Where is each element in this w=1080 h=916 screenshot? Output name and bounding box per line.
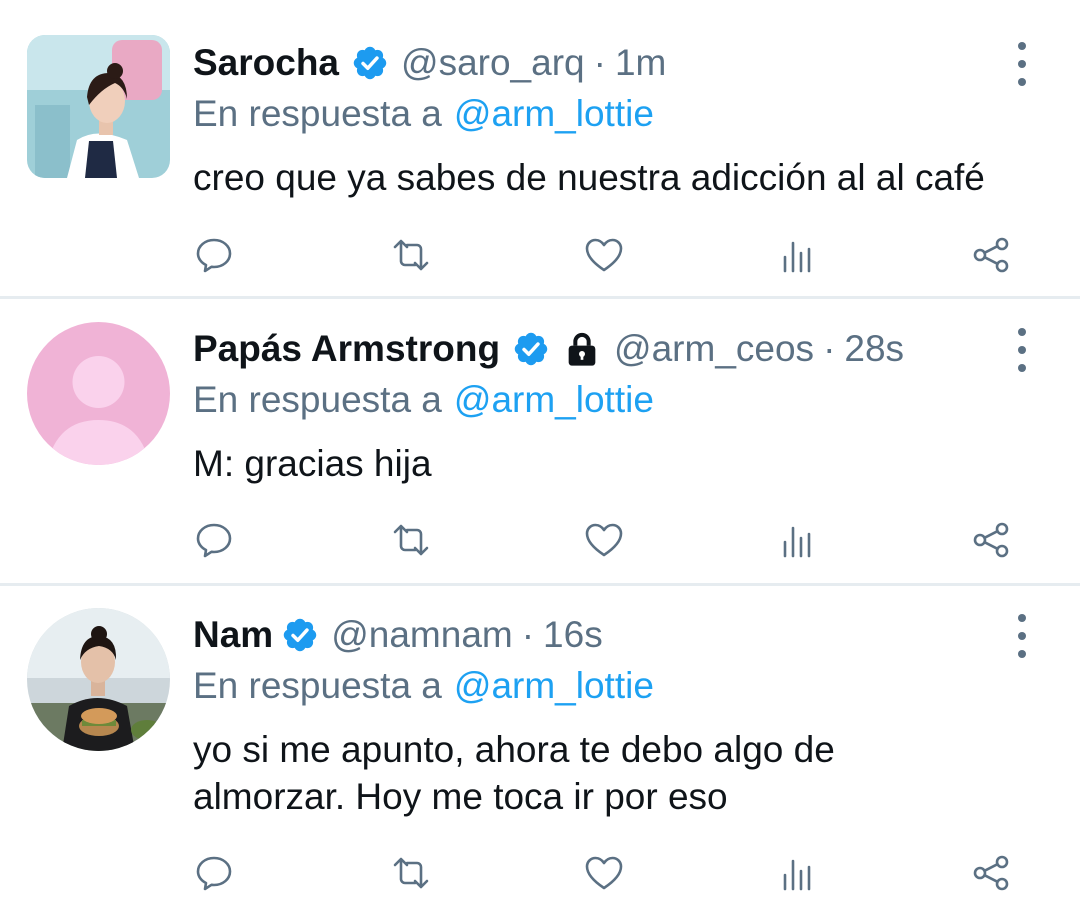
tweet-actions: [0, 515, 1080, 565]
analytics-icon: [783, 526, 811, 558]
retweet-icon: [393, 239, 429, 271]
analytics-button[interactable]: [772, 230, 822, 280]
author-name[interactable]: Nam: [193, 614, 273, 656]
tweet-header: Nam @namnam · 16s: [193, 607, 603, 663]
reply-prefix: En respuesta a: [193, 379, 442, 420]
like-icon: [585, 523, 623, 557]
reply-prefix: En respuesta a: [193, 665, 442, 706]
separator: ·: [521, 614, 535, 655]
author-handle[interactable]: @saro_arq: [401, 42, 585, 84]
timestamp[interactable]: 16s: [543, 614, 603, 656]
more-options-icon[interactable]: [1004, 614, 1040, 658]
avatar[interactable]: [27, 608, 170, 751]
reply-icon: [196, 523, 232, 558]
analytics-icon: [783, 241, 811, 273]
reply-context: En respuesta a @arm_lottie: [193, 375, 654, 425]
lock-icon: [568, 332, 596, 366]
default-avatar[interactable]: [27, 322, 170, 465]
avatar[interactable]: [27, 35, 170, 178]
like-button[interactable]: [579, 848, 629, 898]
share-button[interactable]: [966, 515, 1016, 565]
tweet-item[interactable]: Sarocha @saro_arq · 1m En respuesta a @a…: [0, 0, 1080, 296]
like-icon: [585, 238, 623, 272]
retweet-button[interactable]: [386, 848, 436, 898]
tweet-header: Papás Armstrong @arm_ceos · 28s: [193, 321, 904, 377]
tweet-text: M: gracias hija: [193, 443, 432, 484]
author-name[interactable]: Papás Armstrong: [193, 328, 500, 370]
timestamp[interactable]: 1m: [615, 42, 666, 84]
reply-button[interactable]: [189, 515, 239, 565]
like-button[interactable]: [579, 230, 629, 280]
retweet-button[interactable]: [386, 230, 436, 280]
more-options-icon[interactable]: [1004, 328, 1040, 372]
reply-button[interactable]: [189, 230, 239, 280]
like-button[interactable]: [579, 515, 629, 565]
analytics-button[interactable]: [772, 515, 822, 565]
timestamp[interactable]: 28s: [844, 328, 904, 370]
reply-icon: [196, 856, 232, 891]
tweet-actions: [0, 848, 1080, 898]
share-icon: [973, 522, 1009, 558]
reply-context: En respuesta a @arm_lottie: [193, 89, 654, 139]
analytics-button[interactable]: [772, 848, 822, 898]
author-handle[interactable]: @arm_ceos: [614, 328, 814, 370]
share-icon: [973, 855, 1009, 891]
retweet-icon: [393, 524, 429, 556]
tweet-header: Sarocha @saro_arq · 1m: [193, 35, 666, 91]
retweet-button[interactable]: [386, 515, 436, 565]
verified-badge-icon: [281, 616, 319, 654]
tweet-item[interactable]: Papás Armstrong @arm_ceos · 28s En respu…: [0, 299, 1080, 583]
tweet-text: yo si me apunto, ahora te debo algo de a…: [193, 729, 835, 817]
reply-button[interactable]: [189, 848, 239, 898]
share-button[interactable]: [966, 230, 1016, 280]
author-name[interactable]: Sarocha: [193, 42, 339, 84]
verified-badge-icon: [512, 330, 550, 368]
reply-context: En respuesta a @arm_lottie: [193, 661, 654, 711]
share-button[interactable]: [966, 848, 1016, 898]
share-icon: [973, 237, 1009, 273]
reply-mention-link[interactable]: @arm_lottie: [454, 93, 654, 135]
reply-prefix: En respuesta a: [193, 93, 442, 134]
tweet-actions: [0, 230, 1080, 280]
tweet-item[interactable]: Nam @namnam · 16s En respuesta a @arm_lo…: [0, 586, 1080, 916]
separator: ·: [823, 328, 836, 369]
author-handle[interactable]: @namnam: [331, 614, 513, 656]
like-icon: [585, 856, 623, 890]
more-options-icon[interactable]: [1004, 42, 1040, 86]
reply-mention-link[interactable]: @arm_lottie: [454, 665, 654, 707]
reply-mention-link[interactable]: @arm_lottie: [454, 379, 654, 421]
verified-badge-icon: [351, 44, 389, 82]
reply-icon: [196, 238, 232, 273]
separator: ·: [593, 42, 606, 83]
analytics-icon: [783, 859, 811, 891]
tweet-text: creo que ya sabes de nuestra adicción al…: [193, 157, 985, 198]
retweet-icon: [393, 857, 429, 889]
